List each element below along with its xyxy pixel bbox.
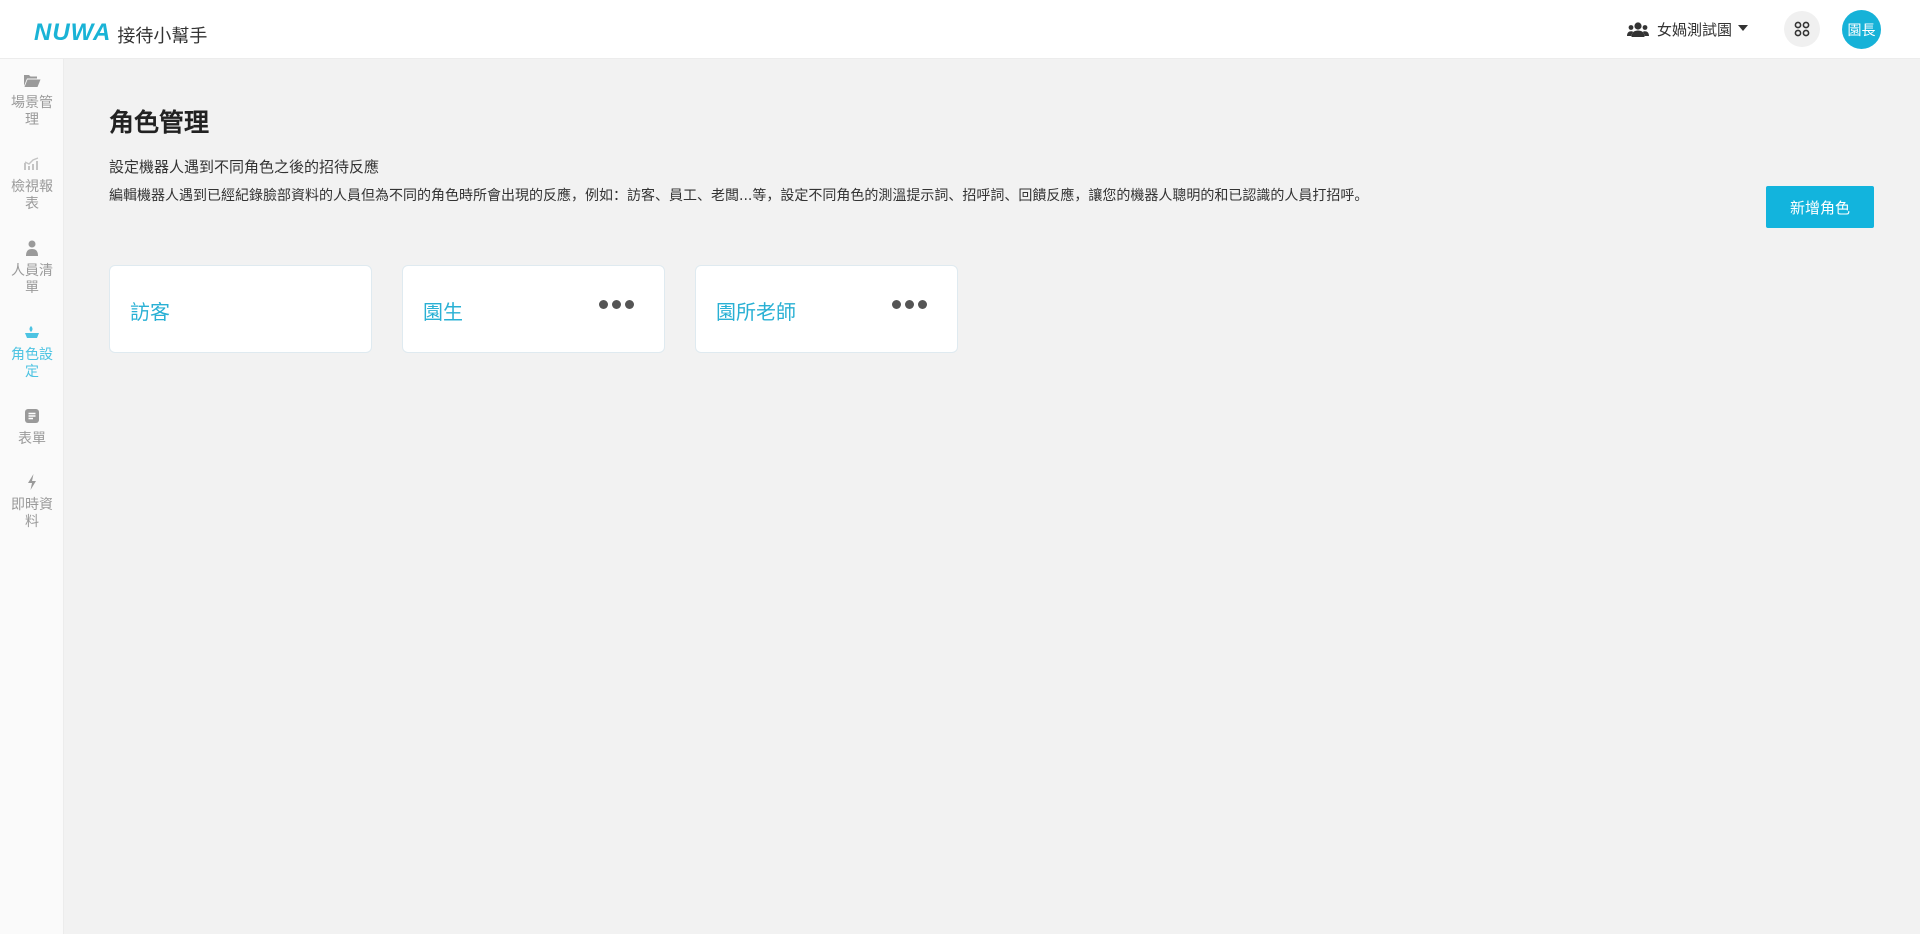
sidebar-item-label: 人員清單 xyxy=(11,263,53,296)
apps-menu-button[interactable] xyxy=(1784,11,1820,47)
sidebar-item-label: 即時資料 xyxy=(11,497,53,530)
page-subtitle: 設定機器人遇到不同角色之後的招待反應 xyxy=(109,158,380,176)
role-card-name: 訪客 xyxy=(130,300,170,324)
logo[interactable]: NUWA 接待小幫手 xyxy=(34,19,207,47)
role-card-name: 園所老師 xyxy=(716,300,796,324)
sidebar-item-role-settings[interactable]: 角色設定 xyxy=(0,323,64,381)
sidebar-item-scene-management[interactable]: 場景管理 xyxy=(0,71,64,129)
logo-mark: NUWA xyxy=(34,19,112,46)
more-options-icon[interactable] xyxy=(599,300,634,309)
role-card[interactable]: 訪客 xyxy=(109,265,372,353)
sidebar-item-reports[interactable]: 檢視報表 xyxy=(0,155,64,213)
sidebar-item-people-list[interactable]: 人員清單 xyxy=(0,239,64,297)
sidebar-item-realtime-data[interactable]: 即時資料 xyxy=(0,473,64,531)
chart-trend-icon xyxy=(23,155,41,173)
sidebar-item-label: 檢視報表 xyxy=(11,179,53,212)
page-description: 編輯機器人遇到已經紀錄臉部資料的人員但為不同的角色時所會出現的反應，例如：訪客、… xyxy=(109,188,1369,204)
person-icon xyxy=(25,239,39,257)
main-content: 角色管理 設定機器人遇到不同角色之後的招待反應 編輯機器人遇到已經紀錄臉部資料的… xyxy=(64,59,1920,934)
user-avatar[interactable]: 園長 xyxy=(1842,10,1881,49)
bolt-icon xyxy=(27,473,37,491)
role-card[interactable]: 園生 xyxy=(402,265,665,353)
more-options-icon[interactable] xyxy=(892,300,927,309)
folder-open-icon xyxy=(23,71,41,89)
app-title: 接待小幫手 xyxy=(117,26,208,47)
role-icon xyxy=(23,323,41,341)
sidebar: 場景管理 檢視報表 人員清單 角色設定 表單 即時資料 xyxy=(0,59,64,934)
sidebar-item-label: 場景管理 xyxy=(11,95,53,128)
sidebar-item-label: 角色設定 xyxy=(11,347,53,380)
role-card-name: 園生 xyxy=(423,300,463,324)
sidebar-item-forms[interactable]: 表單 xyxy=(0,407,64,448)
role-card[interactable]: 園所老師 xyxy=(695,265,958,353)
organization-switcher[interactable]: 女媧測試園 xyxy=(1627,19,1749,40)
top-header: NUWA 接待小幫手 女媧測試園 園長 xyxy=(0,0,1920,59)
apps-grid-icon xyxy=(1794,21,1810,37)
organization-name: 女媧測試園 xyxy=(1657,21,1733,39)
caret-down-icon xyxy=(1738,24,1749,31)
sidebar-item-label: 表單 xyxy=(18,431,46,447)
form-icon xyxy=(24,407,40,425)
users-icon xyxy=(1627,21,1649,37)
add-role-button[interactable]: 新增角色 xyxy=(1766,186,1874,228)
page-title: 角色管理 xyxy=(109,108,210,137)
